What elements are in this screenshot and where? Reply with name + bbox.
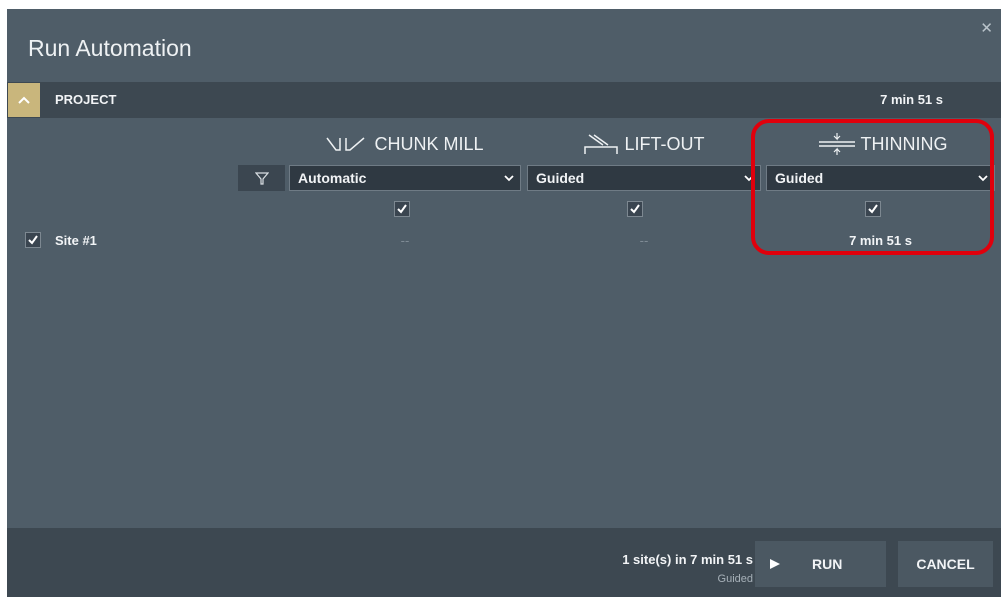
dialog-footer: 1 site(s) in 7 min 51 s Guided RUN CANCE…: [7, 528, 1001, 597]
site-lift-out-time: --: [639, 233, 649, 248]
site-chunk-mill-time: --: [400, 233, 410, 248]
chunk-mill-enable-checkbox[interactable]: [394, 201, 410, 217]
lift-out-enable-checkbox[interactable]: [627, 201, 643, 217]
thinning-mode-select[interactable]: Guided: [766, 165, 995, 191]
collapse-button[interactable]: [8, 83, 40, 117]
chunk-mill-icon: [326, 137, 365, 151]
checkmark-icon: [397, 204, 407, 214]
column-label-chunk-mill: CHUNK MILL: [374, 133, 484, 154]
chunk-mill-mode-value: Automatic: [298, 170, 367, 186]
run-button-label: RUN: [812, 556, 843, 572]
chunk-mill-mode-select[interactable]: Automatic: [289, 165, 521, 191]
filter-icon: [254, 172, 269, 185]
site-label: Site #1: [55, 233, 97, 248]
filter-button[interactable]: [238, 165, 285, 191]
thinning-enable-checkbox[interactable]: [865, 201, 881, 217]
column-header-lift-out: LIFT-OUT: [526, 131, 761, 157]
project-total-time: 7 min 51 s: [880, 92, 943, 107]
column-label-lift-out: LIFT-OUT: [624, 133, 705, 154]
site-checkbox[interactable]: [25, 232, 41, 248]
column-header-chunk-mill: CHUNK MILL: [289, 131, 519, 157]
checkmark-icon: [868, 204, 878, 214]
chevron-down-icon: [744, 175, 754, 182]
project-label: PROJECT: [55, 92, 117, 107]
chevron-up-icon: [18, 96, 30, 104]
lift-out-mode-value: Guided: [536, 170, 585, 186]
column-header-thinning: THINNING: [767, 131, 997, 157]
chevron-down-icon: [504, 175, 514, 182]
dialog-title: Run Automation: [28, 35, 192, 61]
lift-out-icon: [583, 134, 618, 154]
chevron-down-icon: [978, 175, 988, 182]
run-automation-dialog: Run Automation ✕ PROJECT 7 min 51 s CHUN…: [7, 9, 1001, 597]
checkmark-icon: [28, 235, 38, 245]
thinning-icon: [818, 133, 855, 155]
column-label-thinning: THINNING: [860, 133, 948, 154]
site-thinning-time: 7 min 51 s: [849, 233, 912, 248]
play-icon: [770, 559, 780, 569]
run-summary-mode: Guided: [717, 573, 753, 585]
project-header-bar: PROJECT 7 min 51 s: [7, 82, 1001, 118]
cancel-button-label: CANCEL: [916, 556, 975, 572]
run-button[interactable]: RUN: [755, 541, 886, 587]
cancel-button[interactable]: CANCEL: [898, 541, 993, 587]
close-icon[interactable]: ✕: [980, 19, 993, 37]
thinning-mode-value: Guided: [775, 170, 824, 186]
run-summary: 1 site(s) in 7 min 51 s: [622, 552, 753, 567]
lift-out-mode-select[interactable]: Guided: [527, 165, 761, 191]
checkmark-icon: [630, 204, 640, 214]
